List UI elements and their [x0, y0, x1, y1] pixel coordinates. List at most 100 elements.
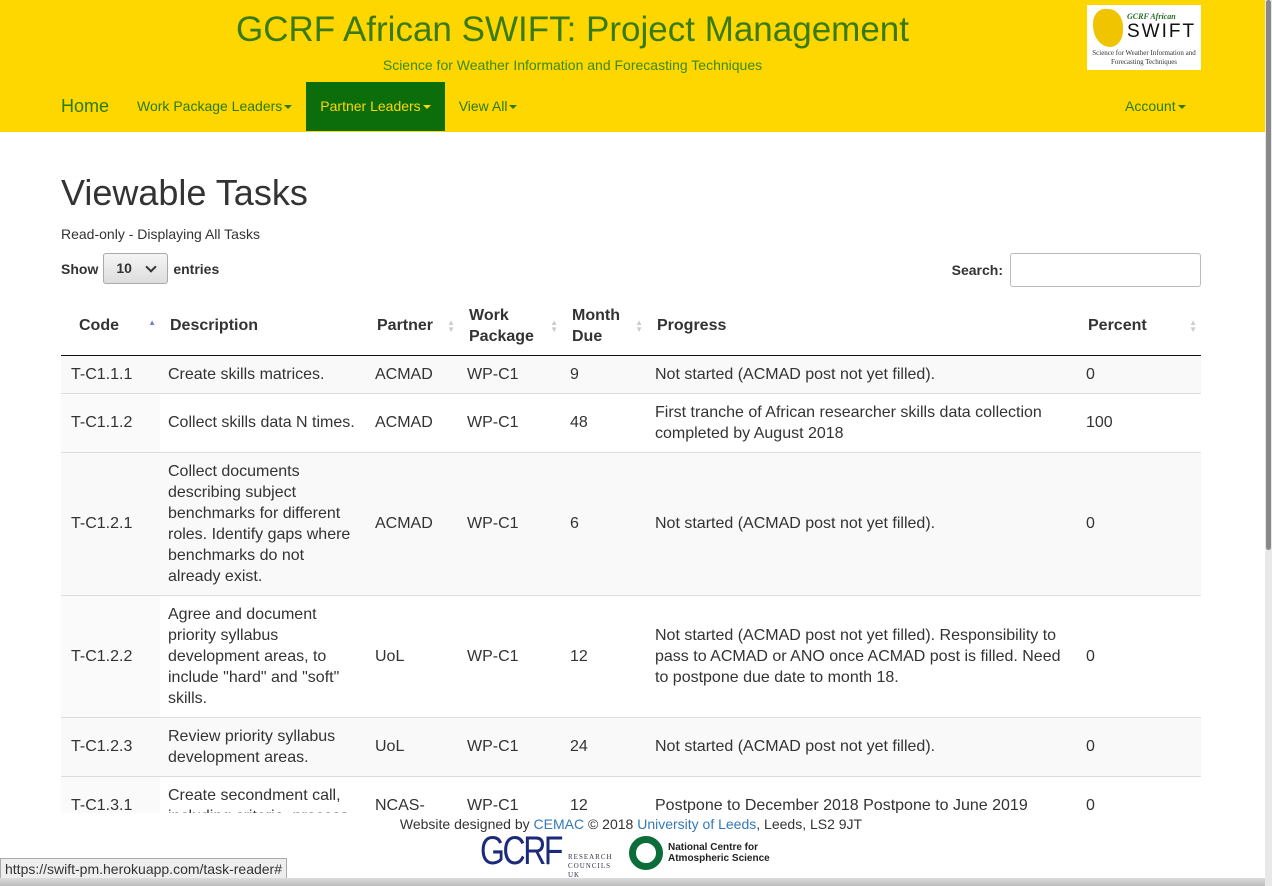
search-input[interactable]: [1010, 253, 1201, 287]
table-cell: Collect skills data N times.: [160, 392, 367, 452]
logo-main: SWIFT: [1127, 21, 1197, 42]
table-cell: ACMAD: [367, 354, 459, 393]
table-cell: UoL: [367, 594, 459, 717]
table-cell: 6: [562, 451, 647, 595]
site-header: GCRF African SWIFT: Project Management S…: [0, 0, 1265, 132]
credit-copyright: © 2018: [587, 816, 634, 832]
column-header[interactable]: Description: [160, 297, 367, 356]
entries-label: entries: [173, 260, 220, 277]
footer-credit: Website designed by CEMAC © 2018 Univers…: [0, 816, 1262, 832]
table-row[interactable]: T-C1.2.3 Review priority syllabus develop…: [61, 716, 1201, 776]
column-header-label: Code: [79, 317, 119, 335]
table-cell: Not started (ACMAD post not yet filled).: [647, 451, 1078, 595]
nav-label: Work Package Leaders: [137, 98, 283, 114]
table-cell: Collect documents describing subject ben…: [160, 451, 367, 595]
table-cell: Agree and document priority syllabus dev…: [160, 594, 367, 717]
table-cell: 0: [1078, 354, 1201, 393]
entries-select[interactable]: 10: [103, 253, 169, 284]
column-header[interactable]: Partner ▲ ▼: [367, 297, 459, 356]
column-header[interactable]: Code ▲: [61, 297, 160, 356]
table-row[interactable]: T-C1.2.2 Agree and document priority syll…: [61, 594, 1201, 717]
scrollbar-thumb[interactable]: [1266, 0, 1271, 550]
table-cell: UoL: [367, 716, 459, 776]
main-content: Viewable Tasks Read-only - Displaying Al…: [61, 132, 1201, 813]
table-cell: T-C1.2.3: [61, 716, 160, 776]
page-title: Viewable Tasks: [61, 172, 308, 213]
table-cell: 9: [562, 354, 647, 393]
caret-down-icon: [1177, 105, 1186, 110]
table-cell: 0: [1078, 451, 1201, 595]
sort-icon: ▲ ▼: [447, 318, 455, 334]
logo-tagline: Science for Weather Information and Fore…: [1092, 49, 1196, 66]
caret-down-icon: [284, 105, 293, 110]
table-cell: 24: [562, 716, 647, 776]
nav-account[interactable]: Account: [1111, 82, 1200, 131]
table-row[interactable]: T-C1.3.1Create secondment call, includin…: [61, 775, 1201, 813]
sort-icon: ▲ ▼: [635, 318, 643, 334]
table-cell: WP-C1: [459, 451, 562, 595]
column-header-label: Progress: [657, 317, 727, 335]
table-cell: Not started (ACMAD post not yet filled).: [647, 354, 1078, 393]
table-cell: T-C1.1.2: [61, 392, 160, 452]
column-header-label: Percent: [1088, 317, 1147, 335]
logo-top: GCRF African: [1127, 12, 1176, 21]
show-label: Show: [61, 260, 99, 277]
table-cell: T-C1.3.1: [61, 775, 160, 813]
page-subtitle: Read-only - Displaying All Tasks: [61, 226, 260, 242]
column-header[interactable]: Month Due ▲ ▼: [562, 297, 647, 356]
table-cell: T-C1.2.2: [61, 594, 160, 717]
entries-length-control: Show 10 entries: [61, 253, 219, 284]
search-control: Search:: [952, 253, 1201, 287]
tasks-table-wrapper: Code ▲ Description Partner ▲ ▼ Work Package ▲ ▼ M…: [61, 297, 1201, 813]
column-header[interactable]: Percent ▲ ▼: [1078, 297, 1201, 356]
table-cell: WP-C1: [459, 775, 562, 813]
table-cell: T-C1.1.1: [61, 354, 160, 393]
table-cell: Review priority syllabus development are…: [160, 716, 367, 776]
column-header[interactable]: Work Package ▲ ▼: [459, 297, 562, 356]
ncas-ring-icon: [629, 836, 663, 870]
table-row[interactable]: T-C1.1.2 Collect skills data N times. ACMA…: [61, 392, 1201, 452]
nav-home[interactable]: Home: [47, 82, 123, 131]
table-cell: 100: [1078, 392, 1201, 452]
table-cell: WP-C1: [459, 354, 562, 393]
table-cell: 0: [1078, 716, 1201, 776]
nav-partner-leaders[interactable]: Partner Leaders: [306, 82, 445, 131]
search-label: Search:: [951, 262, 1003, 278]
table-cell: 0: [1078, 594, 1201, 717]
table-cell: T-C1.2.1: [61, 451, 160, 595]
table-cell: WP-C1: [459, 716, 562, 776]
nav-label: Account: [1125, 98, 1176, 114]
nav-view-all[interactable]: View All: [445, 82, 532, 131]
uol-link[interactable]: University of Leeds: [637, 816, 756, 832]
swift-logo[interactable]: GCRF African SWIFT Science for Weather I…: [1087, 5, 1201, 70]
nav-work-package-leaders[interactable]: Work Package Leaders: [123, 82, 306, 131]
table-cell: 12: [562, 775, 647, 813]
gcrf-logo: GCRF: [480, 829, 563, 873]
browser-bottom-bar: [0, 878, 1272, 886]
column-header-label: Month Due: [572, 306, 620, 345]
column-header-label: Description: [170, 317, 259, 335]
column-header[interactable]: Progress: [647, 297, 1078, 356]
tasks-table: Code ▲ Description Partner ▲ ▼ Work Package ▲ ▼ M…: [61, 297, 1201, 813]
caret-down-icon: [422, 105, 431, 110]
table-cell: WP-C1: [459, 594, 562, 717]
nav-label: View All: [458, 98, 508, 114]
table-cell: Not started (ACMAD post not yet filled).: [647, 716, 1078, 776]
sort-icon: ▲ ▼: [1189, 318, 1197, 334]
status-bar-url: https://swift-pm.herokuapp.com/task-read…: [0, 858, 288, 880]
table-cell: Create skills matrices.: [160, 354, 367, 393]
sort-ascending-icon: ▲: [148, 318, 156, 327]
ncas-name: National Centre for Atmospheric Science: [668, 842, 770, 864]
table-cell: Postpone to December 2018 Postpone to Ju…: [647, 775, 1078, 813]
table-row[interactable]: T-C1.2.1 Collect documents describing sub…: [61, 451, 1201, 595]
caret-down-icon: [509, 105, 518, 110]
table-cell: NCAS-: [367, 775, 459, 813]
nav-label: Partner Leaders: [320, 98, 421, 114]
table-row[interactable]: T-C1.1.1 Create skills matrices. ACMAD WP-C…: [61, 354, 1201, 393]
ncas-logo: National Centre for Atmospheric Science: [629, 836, 778, 870]
table-cell: ACMAD: [367, 392, 459, 452]
vertical-scrollbar[interactable]: [1265, 0, 1272, 886]
table-cell: Not started (ACMAD post not yet filled).…: [647, 594, 1078, 717]
table-cell: 0: [1078, 775, 1201, 813]
table-cell: ACMAD: [367, 451, 459, 595]
